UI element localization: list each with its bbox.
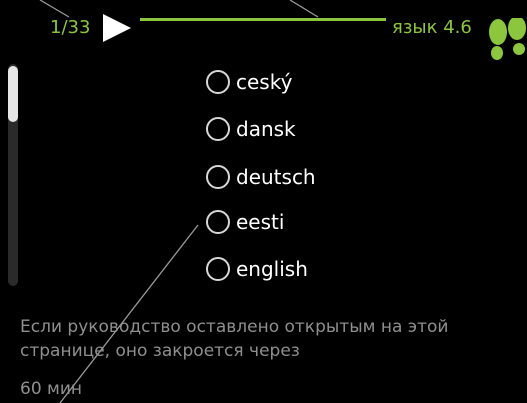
option-label: ceský: [236, 70, 293, 94]
auto-close-timeout: 60 мин: [20, 379, 83, 399]
auto-close-notice: Если руководство оставлено открытым на э…: [20, 317, 449, 361]
scrollbar-thumb[interactable]: [8, 66, 18, 122]
radio-button[interactable]: [206, 117, 230, 141]
option-label: dansk: [236, 117, 296, 141]
language-option-eesti[interactable]: eesti: [206, 206, 284, 238]
language-option-english[interactable]: english: [206, 253, 308, 285]
radio-button[interactable]: [206, 70, 230, 94]
callout-line-divider: [289, 0, 319, 18]
menu-title: язык 4.6: [392, 17, 472, 38]
radio-button[interactable]: [206, 210, 230, 234]
option-label: english: [236, 257, 308, 281]
display-panel: 1/33 язык 4.6 ceský dansk deutsch eesti …: [0, 0, 527, 403]
language-option-cesky[interactable]: ceský: [206, 66, 292, 98]
radio-button[interactable]: [206, 257, 230, 281]
screen: 1/33 язык 4.6 ceský dansk deutsch eesti …: [0, 0, 527, 403]
footsteps-icon: [489, 18, 526, 60]
language-option-deutsch[interactable]: deutsch: [206, 161, 316, 193]
option-label: deutsch: [236, 165, 316, 189]
header-divider: [140, 18, 386, 21]
language-option-dansk[interactable]: dansk: [206, 113, 296, 145]
option-label: eesti: [236, 210, 285, 234]
page-counter: 1/33: [50, 17, 91, 38]
radio-button[interactable]: [206, 165, 230, 189]
play-arrow-icon[interactable]: [103, 14, 131, 42]
callout-line-counter: [39, 0, 70, 18]
